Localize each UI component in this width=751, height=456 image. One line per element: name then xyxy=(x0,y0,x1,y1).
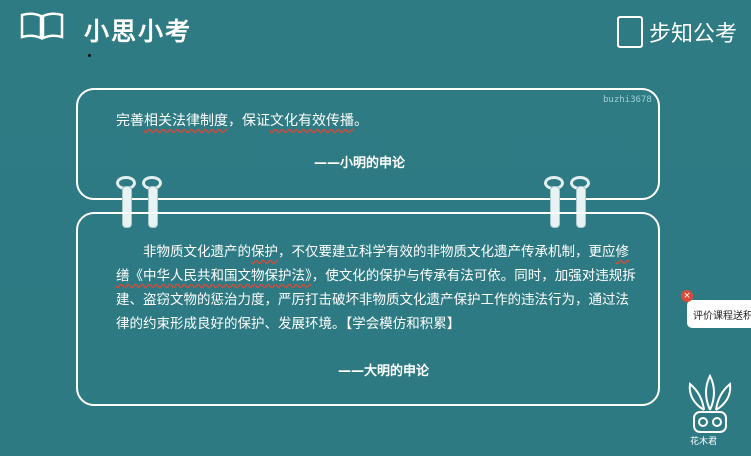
brand-name: 步知公考 xyxy=(648,22,737,47)
close-icon[interactable]: × xyxy=(681,290,693,302)
cursor-dot xyxy=(88,54,91,57)
book-icon xyxy=(20,12,64,40)
quote-part-highlight: 相关法律制度 xyxy=(144,113,228,129)
quote-part: 完善 xyxy=(116,113,144,129)
paragraph-text: 非物质文化遗产的保护，不仅要建立科学有效的非物质文化遗产传承机制，更应修缮《中华… xyxy=(116,240,636,336)
brand-logo: 步知公考 xyxy=(616,16,737,48)
quote-text: 完善相关法律制度，保证文化有效传播。 xyxy=(116,110,368,130)
para-part: 非物质文化遗产的 xyxy=(143,244,251,260)
quote-part: ，保证 xyxy=(228,113,270,129)
quote-part: 。 xyxy=(354,113,368,129)
slide-title: 小思小考 xyxy=(84,17,193,46)
logo-text: 花木君 xyxy=(690,437,718,447)
para-part-highlight: 保护 xyxy=(251,244,278,260)
para-part: ，不仅要建立科学有效的非物质文化遗产传承机制，更应 xyxy=(278,244,616,260)
signature-xiaoming: ——小明的申论 xyxy=(314,156,406,171)
brand-mark-icon xyxy=(616,16,643,48)
quote-card-bottom: 非物质文化遗产的保护，不仅要建立科学有效的非物质文化遗产传承机制，更应修缮《中华… xyxy=(76,212,660,406)
rate-course-button[interactable]: 评价课程送积分 xyxy=(687,300,751,328)
signature-daming: ——大明的申论 xyxy=(338,364,430,379)
quote-part-highlight: 文化有效传播 xyxy=(270,113,354,129)
